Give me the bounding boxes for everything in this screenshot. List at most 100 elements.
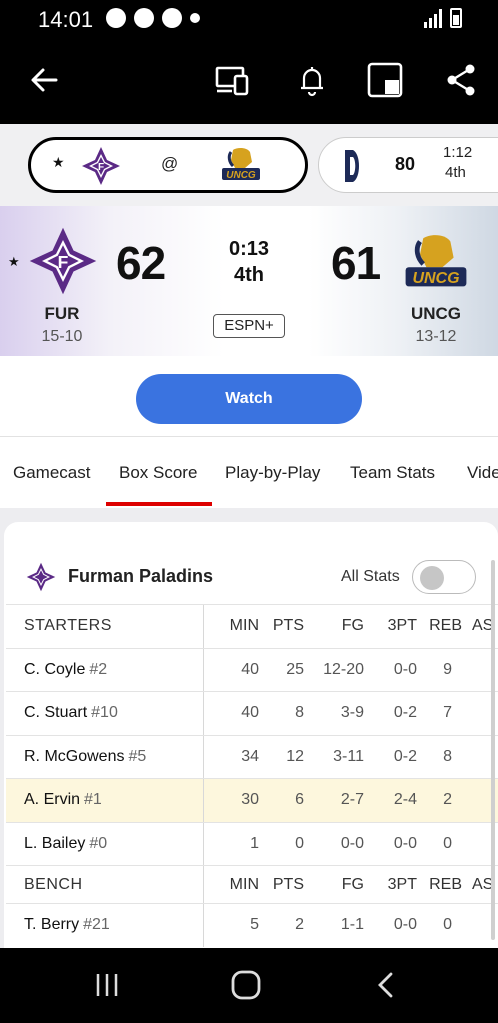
stat-reb: 8: [443, 747, 452, 765]
player-number: #21: [83, 916, 110, 933]
scoreboard: ★ F 62 0:13 4th 61 UNCG FUR 15-10 ESPN+ …: [0, 206, 498, 436]
col-pts: PTS: [272, 876, 304, 893]
svg-text:F: F: [58, 252, 69, 272]
system-icons: [424, 8, 462, 28]
stat-reb: 2: [443, 791, 452, 808]
player-name[interactable]: L. Bailey: [24, 835, 85, 852]
player-number: #5: [128, 747, 147, 765]
bench-label: BENCH: [24, 876, 83, 893]
col-fg: FG: [341, 876, 364, 893]
player-name[interactable]: C. Stuart: [24, 704, 87, 721]
stat-3pt: 0-0: [393, 834, 417, 852]
col-fg: FG: [341, 617, 364, 634]
game-tabs: Gamecast Box Score Play-by-Play Team Sta…: [0, 436, 498, 508]
stat-min: 40: [241, 660, 259, 678]
favorite-star-icon: ★: [8, 254, 20, 269]
table-header-starters: STARTERS MIN PTS FG 3PT REB AS: [6, 604, 498, 648]
player-name[interactable]: C. Coyle: [24, 661, 85, 678]
table-row-highlighted[interactable]: A. Ervin #1 30 6 2-7 2-4 2: [6, 778, 498, 822]
away-score: 62: [116, 237, 166, 289]
other-game-period: 4th: [445, 164, 466, 181]
stat-pts: 0: [295, 834, 304, 852]
stat-fg: 1-1: [340, 916, 364, 933]
watch-button[interactable]: Watch: [136, 374, 362, 424]
player-number: #10: [91, 704, 118, 721]
app-notification-icon: [134, 8, 154, 28]
player-name[interactable]: A. Ervin: [24, 791, 80, 808]
table-row[interactable]: T. Berry #21 5 2 1-1 0-0 0: [6, 903, 498, 947]
app-notification-icon: [162, 8, 182, 28]
furman-logo: [26, 562, 56, 592]
tab-team-stats[interactable]: Team Stats: [350, 463, 435, 483]
table-row[interactable]: C. Stuart #10 40 8 3-9 0-2 7: [6, 691, 498, 735]
share-icon[interactable]: [443, 62, 479, 98]
away-team-record: 15-10: [41, 328, 83, 345]
stat-3pt: 0-0: [393, 916, 417, 933]
back-arrow-icon[interactable]: [26, 62, 62, 98]
stat-reb: 0: [443, 834, 452, 852]
player-name[interactable]: T. Berry: [24, 916, 79, 933]
team-name: Furman Paladins: [68, 566, 214, 586]
app-toolbar: [0, 40, 498, 124]
system-nav-bar: [0, 948, 498, 1023]
home-score: 61: [331, 237, 381, 289]
svg-text:UNCG: UNCG: [226, 170, 256, 181]
col-min: MIN: [229, 617, 259, 634]
notification-bell-icon[interactable]: [294, 62, 330, 98]
game-chip-active[interactable]: ★ F @ UNCG: [28, 137, 308, 193]
status-bar: 14:01: [0, 0, 498, 40]
table-row[interactable]: C. Coyle #2 40 25 12-20 0-0 9: [6, 647, 498, 691]
game-chip-other[interactable]: 80 1:12 4th: [318, 137, 498, 193]
game-clock: 0:13: [228, 238, 270, 260]
other-game-score: 80: [395, 154, 416, 174]
box-score-card: Furman Paladins All Stats STARTERS MIN P…: [4, 522, 498, 948]
stat-min: 30: [241, 791, 259, 808]
picture-in-picture-icon[interactable]: [367, 62, 403, 98]
stat-fg: 2-7: [340, 791, 364, 808]
stat-reb: 0: [443, 916, 452, 933]
scrollbar[interactable]: [491, 560, 495, 940]
table-header-bench: BENCH MIN PTS FG 3PT REB AS: [6, 865, 498, 903]
table-row[interactable]: R. McGowens #5 34 12 3-11 0-2 8: [6, 734, 498, 778]
stat-fg: 12-20: [323, 660, 364, 678]
stat-reb: 9: [443, 660, 452, 678]
player-name[interactable]: R. McGowens: [24, 748, 124, 765]
uncg-logo: UNCG: [222, 147, 260, 181]
tab-box-score[interactable]: Box Score: [119, 463, 197, 483]
stat-reb: 7: [443, 704, 452, 721]
col-3pt: 3PT: [387, 617, 417, 634]
stat-pts: 8: [295, 704, 304, 721]
network-badge: ESPN+: [213, 314, 285, 338]
uncg-logo: UNCG: [405, 235, 467, 287]
all-stats-toggle[interactable]: [412, 560, 476, 594]
tab-gamecast[interactable]: Gamecast: [13, 463, 90, 483]
table-row[interactable]: L. Bailey #0 1 0 0-0 0-0 0: [6, 821, 498, 865]
home-team-abbr: UNCG: [410, 304, 462, 323]
col-pts: PTS: [272, 617, 304, 634]
stat-3pt: 2-4: [393, 791, 417, 808]
tab-videos[interactable]: Vide: [467, 463, 498, 483]
more-notifications-dot-icon: [190, 13, 200, 23]
game-period: 4th: [234, 264, 264, 286]
stat-3pt: 0-2: [393, 704, 417, 721]
cast-devices-icon[interactable]: [214, 62, 250, 98]
tab-play-by-play[interactable]: Play-by-Play: [225, 463, 320, 483]
svg-text:F: F: [98, 162, 104, 173]
box-score-table: STARTERS MIN PTS FG 3PT REB AS C. Coyle #…: [6, 604, 498, 947]
furman-logo: F: [82, 147, 120, 185]
away-team-abbr: FUR: [44, 304, 80, 323]
back-icon[interactable]: [372, 970, 402, 1000]
at-symbol: @: [161, 154, 179, 173]
stat-pts: 6: [295, 791, 304, 808]
player-number: #0: [89, 834, 108, 852]
game-strip: ★ F @ UNCG 80 1:12 4th: [0, 124, 498, 206]
stat-min: 1: [250, 834, 259, 852]
recent-apps-icon[interactable]: [92, 970, 122, 1000]
furman-logo: F: [29, 227, 97, 295]
col-reb: REB: [429, 876, 462, 893]
col-reb: REB: [429, 617, 462, 634]
home-team-record: 13-12: [415, 328, 457, 345]
stat-min: 40: [241, 704, 259, 721]
player-number: #1: [84, 791, 102, 808]
home-icon[interactable]: [230, 969, 262, 1001]
